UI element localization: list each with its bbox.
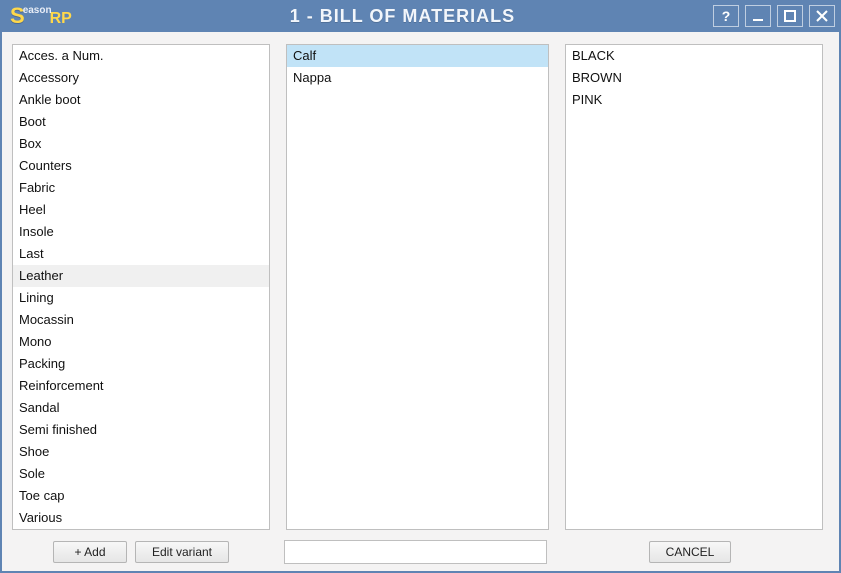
footer: + Add Edit variant CANCEL [12, 530, 829, 566]
list-item[interactable]: PINK [566, 89, 822, 111]
list-item[interactable]: Leather [13, 265, 269, 287]
logo-suffix: RP [50, 10, 72, 28]
list-item[interactable]: Various [13, 507, 269, 529]
list-item[interactable]: Heel [13, 199, 269, 221]
footer-left: + Add Edit variant [12, 541, 270, 563]
list-item[interactable]: Last [13, 243, 269, 265]
list-item[interactable]: Boot [13, 111, 269, 133]
title-bar: S eason RP 1 - BILL OF MATERIALS ? [0, 0, 841, 32]
category-list[interactable]: Acces. a Num.AccessoryAnkle bootBootBoxC… [12, 44, 270, 530]
list-item[interactable]: Packing [13, 353, 269, 375]
help-button[interactable]: ? [713, 5, 739, 27]
filter-input[interactable] [284, 540, 547, 564]
list-item[interactable]: BLACK [566, 45, 822, 67]
minimize-button[interactable] [745, 5, 771, 27]
list-item[interactable]: Box [13, 133, 269, 155]
minimize-icon [751, 9, 765, 23]
footer-mid [284, 540, 547, 564]
list-item[interactable]: Sole [13, 463, 269, 485]
list-item[interactable]: Insole [13, 221, 269, 243]
close-button[interactable] [809, 5, 835, 27]
close-icon [815, 9, 829, 23]
list-item[interactable]: Acces. a Num. [13, 45, 269, 67]
list-item[interactable]: Semi finished [13, 419, 269, 441]
logo-small-text: eason [23, 5, 52, 16]
window-controls: ? [713, 5, 835, 27]
list-item[interactable]: Counters [13, 155, 269, 177]
list-item[interactable]: Ankle boot [13, 89, 269, 111]
list-item[interactable]: Mocassin [13, 309, 269, 331]
list-item[interactable]: Toe cap [13, 485, 269, 507]
maximize-button[interactable] [777, 5, 803, 27]
list-item[interactable]: Sandal [13, 397, 269, 419]
list-item[interactable]: Mono [13, 331, 269, 353]
client-area: Acces. a Num.AccessoryAnkle bootBootBoxC… [0, 32, 841, 573]
list-item[interactable]: Shoe [13, 441, 269, 463]
window-title: 1 - BILL OF MATERIALS [92, 6, 713, 27]
help-icon: ? [722, 8, 731, 24]
maximize-icon [783, 9, 797, 23]
list-item[interactable]: Fabric [13, 177, 269, 199]
cancel-button[interactable]: CANCEL [649, 541, 732, 563]
list-item[interactable]: Calf [287, 45, 548, 67]
list-item[interactable]: BROWN [566, 67, 822, 89]
list-item[interactable]: Reinforcement [13, 375, 269, 397]
edit-variant-button[interactable]: Edit variant [135, 541, 229, 563]
list-item[interactable]: Nappa [287, 67, 548, 89]
footer-right: CANCEL [561, 541, 819, 563]
add-button[interactable]: + Add [53, 541, 127, 563]
columns: Acces. a Num.AccessoryAnkle bootBootBoxC… [12, 44, 829, 530]
material-list[interactable]: CalfNappa [286, 44, 549, 530]
app-logo: S eason RP [10, 5, 72, 28]
list-item[interactable]: Accessory [13, 67, 269, 89]
color-list[interactable]: BLACKBROWNPINK [565, 44, 823, 530]
list-item[interactable]: Lining [13, 287, 269, 309]
